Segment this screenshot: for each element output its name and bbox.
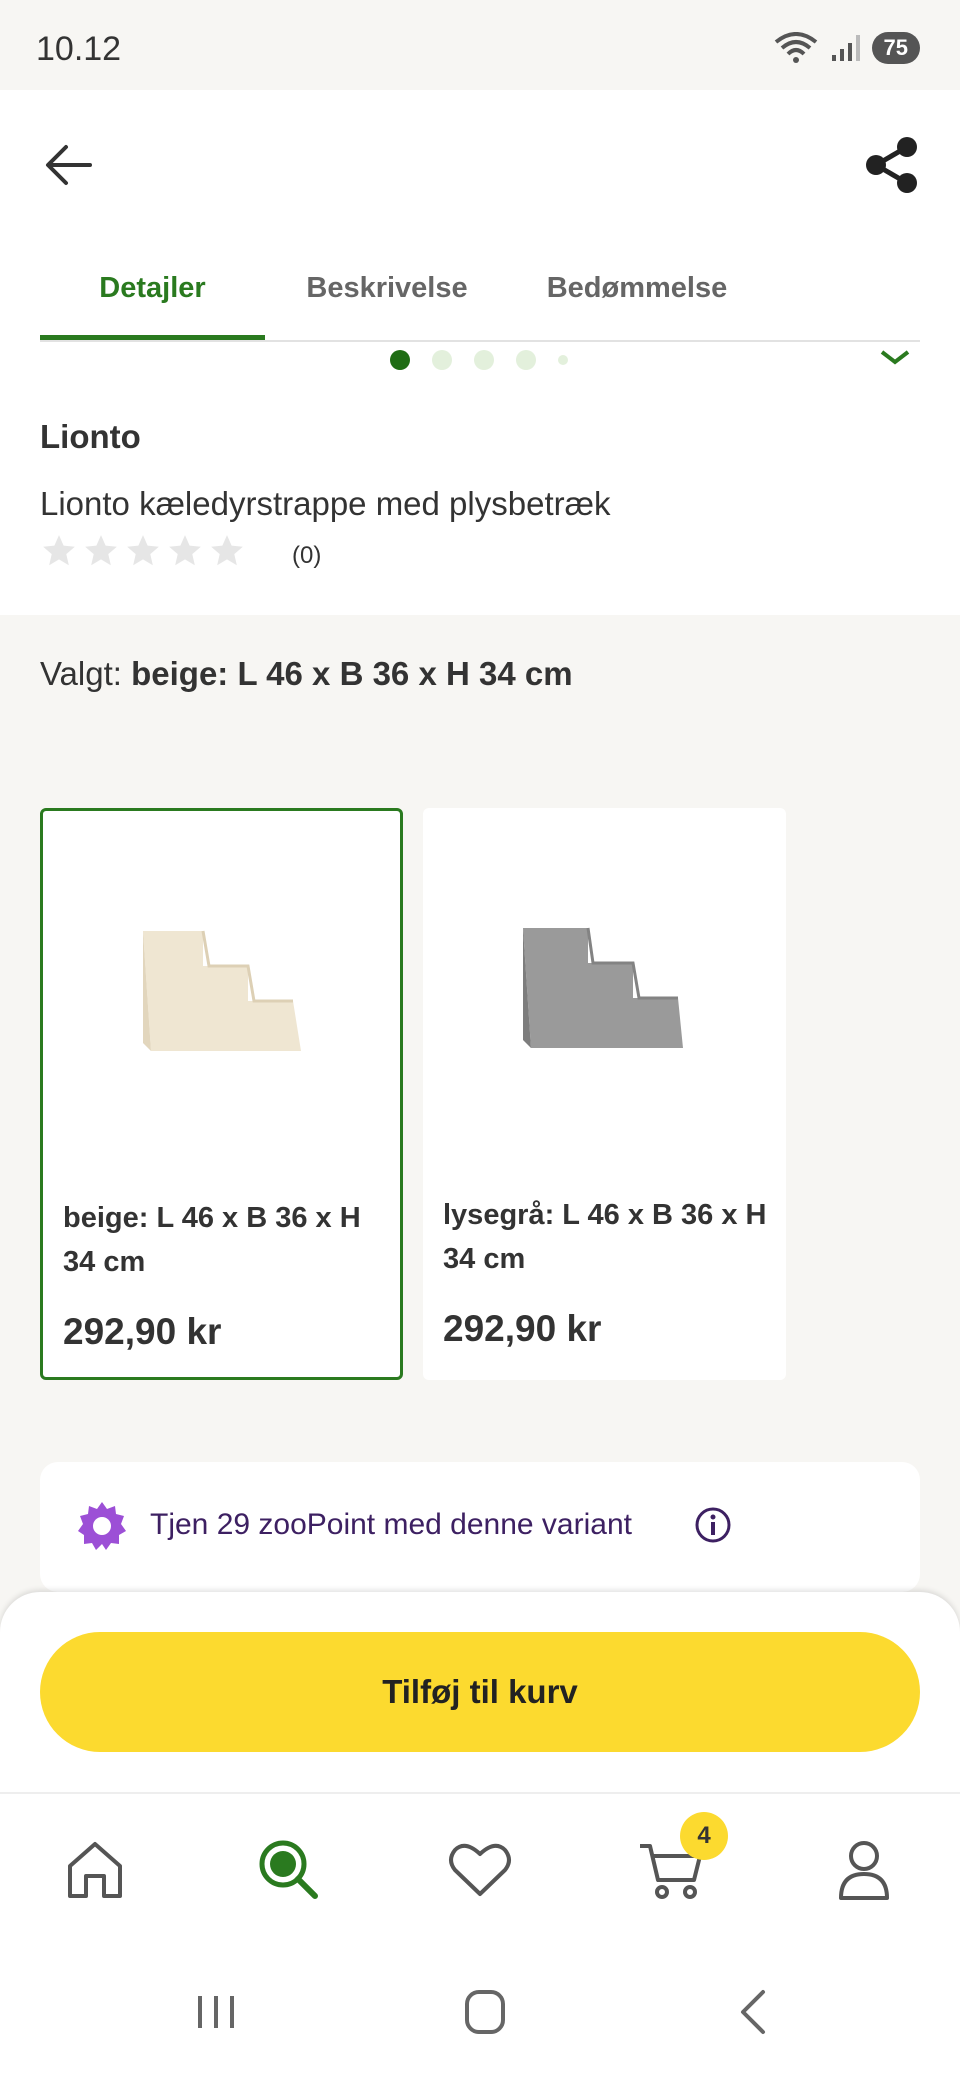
add-to-cart-sheet: Tilføj til kurv	[0, 1592, 960, 1792]
tab-bar: Detajler Beskrivelse Bedømmelse	[40, 260, 920, 342]
rating-stars[interactable]	[40, 532, 246, 570]
status-time: 10.12	[36, 30, 122, 68]
variant-price: 292,90 kr	[63, 1311, 222, 1352]
zoopoints-banner: Tjen 29 zooPoint med denne variant	[40, 1462, 920, 1592]
selected-prefix: Valgt:	[40, 655, 122, 692]
battery-indicator: 75	[871, 32, 920, 64]
star-icon	[43, 535, 75, 566]
star-icon	[127, 535, 159, 566]
selected-variant-line: Valgt: beige: L 46 x B 36 x H 34 cm	[40, 655, 573, 693]
variant-price: 292,90 kr	[443, 1308, 602, 1349]
variant-label: beige: L 46 x B 36 x H 34 cm	[63, 1202, 361, 1278]
variant-card-beige[interactable]: beige: L 46 x B 36 x H 34 cm 292,90 kr	[40, 808, 403, 1380]
bottom-navigation: 4	[0, 1792, 960, 1940]
signal-icon	[831, 35, 860, 61]
pager-dot[interactable]	[432, 350, 452, 370]
app-bar: Detajler Beskrivelse Bedømmelse	[0, 90, 960, 350]
tab-description[interactable]: Beskrivelse	[265, 260, 509, 340]
search-icon[interactable]	[253, 1834, 323, 1904]
pager-dot[interactable]	[516, 350, 536, 370]
home-button-icon[interactable]	[455, 1982, 515, 2042]
image-pager-dots	[390, 350, 568, 370]
share-icon[interactable]	[862, 135, 922, 195]
add-to-cart-button[interactable]: Tilføj til kurv	[40, 1632, 920, 1752]
product-image-grey	[523, 927, 683, 1048]
pager-dot[interactable]	[390, 350, 410, 370]
tab-details[interactable]: Detajler	[40, 260, 265, 340]
star-icon	[85, 535, 117, 566]
zoopoints-text: Tjen 29 zooPoint med denne variant	[150, 1508, 632, 1541]
product-image-beige	[143, 930, 301, 1051]
wifi-icon	[774, 32, 817, 63]
product-title: Lionto kæledyrstrappe med plysbetræk	[40, 485, 611, 522]
star-icon	[169, 535, 201, 566]
pager-dot[interactable]	[558, 355, 568, 365]
status-icons: 75	[774, 32, 920, 64]
variant-card-lysegraa[interactable]: lysegrå: L 46 x B 36 x H 34 cm 292,90 kr	[423, 808, 786, 1380]
back-arrow-icon[interactable]	[40, 135, 100, 195]
home-icon[interactable]	[60, 1834, 130, 1904]
tab-reviews[interactable]: Bedømmelse	[509, 260, 765, 340]
recent-apps-icon[interactable]	[186, 1982, 246, 2042]
system-back-icon[interactable]	[725, 1982, 785, 2042]
rating-count[interactable]: (0)	[292, 542, 321, 570]
star-icon	[211, 535, 243, 566]
status-bar: 10.12 75	[0, 0, 960, 90]
heart-icon[interactable]	[445, 1834, 515, 1904]
info-icon[interactable]	[694, 1506, 732, 1544]
variant-label: lysegrå: L 46 x B 36 x H 34 cm	[443, 1199, 767, 1275]
profile-icon[interactable]	[829, 1834, 899, 1904]
chevron-down-icon[interactable]	[880, 350, 910, 366]
pager-dot[interactable]	[474, 350, 494, 370]
selected-value: beige: L 46 x B 36 x H 34 cm	[131, 655, 573, 692]
system-navigation-bar	[0, 1940, 960, 2080]
cart-count-badge: 4	[680, 1812, 728, 1860]
zoopoint-badge-icon	[78, 1502, 126, 1550]
product-brand[interactable]: Lionto	[40, 418, 141, 456]
product-header: Lionto Lionto kæledyrstrappe med plysbet…	[0, 350, 960, 615]
